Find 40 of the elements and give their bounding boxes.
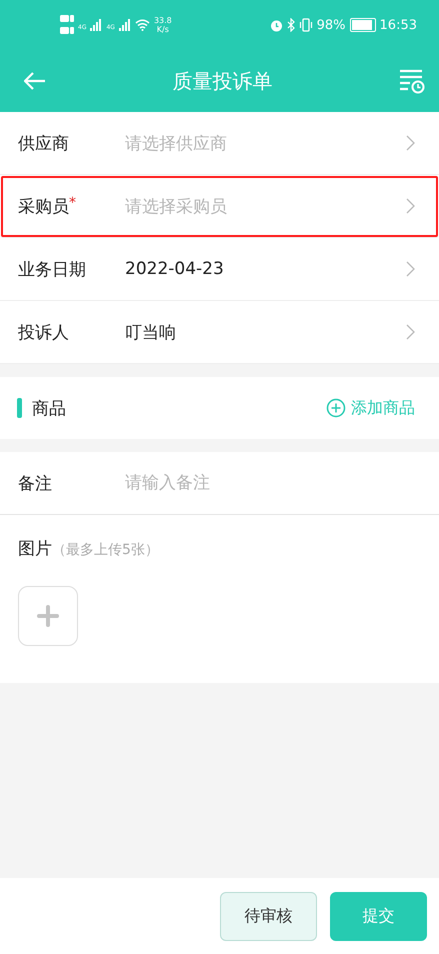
upload-hint: （最多上传5张） [52,541,159,559]
field-placeholder: 请选择采购员 [125,196,228,218]
field-label: 供应商 [18,132,70,154]
signal-icon [118,19,131,31]
alarm-icon [270,18,283,32]
chevron-icon [406,135,415,151]
field-value: 叮当响 [125,322,177,344]
plus-icon [37,605,59,627]
field-placeholder: 请选择供应商 [125,132,228,154]
clock: 16:53 [380,18,417,32]
form-row[interactable]: 采购员* 请选择采购员 [0,175,439,238]
signal-icon [90,19,102,31]
battery-percent: 98% [316,18,346,32]
section-marker [17,398,22,418]
field-label: 业务日期 [18,258,87,280]
chevron-icon [406,324,415,340]
speed-unit: K/s [156,25,169,34]
form-row[interactable]: 供应商 请选择供应商 [0,112,439,175]
chevron-icon [406,261,415,277]
field-label: 投诉人 [18,322,70,344]
battery-icon [350,18,376,32]
page-title: 质量投诉单 [172,68,272,94]
network-speed: 33.8 [154,16,172,25]
list-clock-icon[interactable] [399,68,425,94]
bluetooth-icon [286,18,295,32]
section-title: 商品 [32,398,67,420]
vibrate-icon [298,18,313,32]
upload-button[interactable] [18,586,78,646]
field-label: 图片 [18,538,52,560]
form-row[interactable]: 业务日期 2022-04-23 [0,238,439,301]
field-value: 2022-04-23 [125,259,225,279]
field-label: 备注 [18,472,53,494]
pending-review-button[interactable]: 待审核 [220,892,317,940]
back-arrow-icon[interactable] [24,72,46,90]
plus-circle-icon [326,398,346,418]
chevron-icon [406,198,415,214]
field-label: 采购员* [18,194,77,218]
form-row[interactable]: 投诉人 叮当响 [0,301,439,364]
wifi-icon [134,19,150,31]
sim-icon [60,14,74,36]
